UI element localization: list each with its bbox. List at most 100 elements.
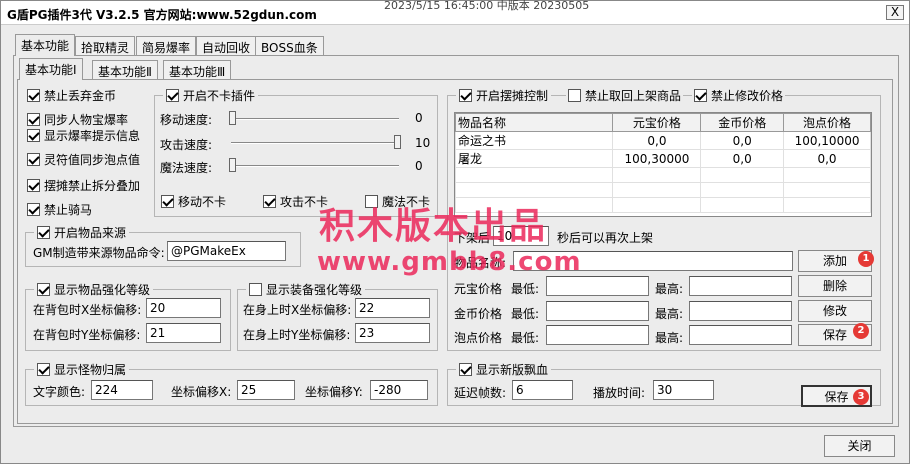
checkbox[interactable] <box>27 129 40 142</box>
col-item-name[interactable]: 物品名称 <box>454 113 614 132</box>
monster-y-input[interactable]: -280 <box>370 380 428 400</box>
gold-min-input[interactable] <box>546 301 649 321</box>
check-sync-charm-points[interactable]: 灵符值同步泡点值 <box>27 151 140 168</box>
cell-yuanbao: 100,30000 <box>612 149 702 168</box>
play-time-input[interactable]: 30 <box>653 380 714 400</box>
points-price-label: 泡点价格 <box>454 331 503 345</box>
checkbox[interactable] <box>459 89 472 102</box>
bag-x-input[interactable]: 20 <box>146 298 221 318</box>
source-command-input[interactable]: @PGMakeEx <box>167 241 286 261</box>
equip-y-input[interactable]: 23 <box>355 323 430 343</box>
delay-frames-label: 延迟帧数: <box>454 386 507 400</box>
checkbox[interactable] <box>568 89 581 102</box>
yuanbao-max-input[interactable] <box>689 276 792 296</box>
cell-yuanbao: 0,0 <box>612 131 702 150</box>
modify-button[interactable]: 修改 <box>798 300 872 322</box>
newblood-group-title[interactable]: 显示新版飘血 <box>456 361 552 378</box>
step-badge-2: 2 <box>853 323 869 339</box>
check-move-nolag[interactable]: 移动不卡 <box>161 193 226 210</box>
checkbox[interactable] <box>161 195 174 208</box>
delay-frames-input[interactable]: 6 <box>512 380 573 400</box>
tab-pickup[interactable]: 拾取精灵 <box>75 36 136 56</box>
check-ban-drop-gold[interactable]: 禁止丢弃金币 <box>27 87 116 104</box>
checkbox[interactable] <box>249 283 262 296</box>
checkbox[interactable] <box>27 113 40 126</box>
yuanbao-min-input[interactable] <box>546 276 649 296</box>
nocard-group-title[interactable]: 开启不卡插件 <box>163 87 259 104</box>
enhance-equip-title[interactable]: 显示装备强化等级 <box>246 281 366 298</box>
equip-x-input[interactable]: 22 <box>355 298 430 318</box>
checkbox[interactable] <box>27 203 40 216</box>
magic-speed-thumb[interactable] <box>229 158 236 172</box>
tab-boss-hpbar[interactable]: BOSS血条 <box>255 36 324 56</box>
cell-item-name: 屠龙 <box>454 149 614 168</box>
checkbox[interactable] <box>27 89 40 102</box>
checkbox[interactable] <box>37 363 50 376</box>
checkbox[interactable] <box>27 153 40 166</box>
delete-button[interactable]: 删除 <box>798 275 872 297</box>
col-gold-price[interactable]: 金币价格 <box>700 113 785 132</box>
monster-x-input[interactable]: 25 <box>237 380 295 400</box>
group-title-label: 显示物品强化等级 <box>54 283 151 297</box>
checkbox[interactable] <box>263 195 276 208</box>
text-color-input[interactable]: 224 <box>91 380 153 400</box>
table-row <box>454 182 871 198</box>
check-show-droprate-tip[interactable]: 显示爆率提示信息 <box>27 127 140 144</box>
magic-speed-value: 0 <box>415 159 423 173</box>
stall-group-title[interactable]: 开启摆摊控制 <box>456 87 552 104</box>
checkbox[interactable] <box>459 363 472 376</box>
yuanbao-max-label: 最高: <box>655 282 684 296</box>
gold-max-label: 最高: <box>655 307 684 321</box>
cell-gold: 0,0 <box>700 131 785 150</box>
magic-speed-track[interactable] <box>231 165 399 167</box>
attack-speed-value: 10 <box>415 136 431 150</box>
checkbox[interactable] <box>27 179 40 192</box>
checkbox[interactable] <box>166 89 179 102</box>
check-label: 禁止取回上架商品 <box>585 89 682 103</box>
group-title-label: 开启物品来源 <box>54 226 127 240</box>
attack-speed-thumb[interactable] <box>394 135 401 149</box>
bag-x-label: 在背包时X坐标偏移: <box>33 303 142 317</box>
subtab-basic-2[interactable]: 基本功能Ⅱ <box>92 60 158 80</box>
table-row[interactable]: 命运之书 0,0 0,0 100,10000 <box>454 131 871 150</box>
equip-y-label: 在身上时Y坐标偏移: <box>243 328 351 342</box>
check-label: 移动不卡 <box>178 195 227 209</box>
close-button[interactable]: 关闭 <box>824 435 895 457</box>
subtab-basic-3[interactable]: 基本功能Ⅲ <box>163 60 232 80</box>
bag-y-input[interactable]: 21 <box>146 323 221 343</box>
points-max-label: 最高: <box>655 331 684 345</box>
check-label: 灵符值同步泡点值 <box>44 153 141 167</box>
subtab-basic-1[interactable]: 基本功能Ⅰ <box>19 58 83 80</box>
points-max-input[interactable] <box>689 325 792 345</box>
tab-basic[interactable]: 基本功能 <box>15 34 76 56</box>
points-min-label: 最低: <box>511 331 540 345</box>
checkbox[interactable] <box>37 283 50 296</box>
yuanbao-price-label: 元宝价格 <box>454 282 503 296</box>
check-ban-ride[interactable]: 禁止骑马 <box>27 201 92 218</box>
check-sync-char-droprate[interactable]: 同步人物宝爆率 <box>27 111 128 128</box>
move-speed-track[interactable] <box>231 118 399 120</box>
attack-speed-label: 攻击速度: <box>160 138 213 152</box>
table-row[interactable]: 屠龙 100,30000 0,0 0,0 <box>454 149 871 168</box>
tab-simple-droprate[interactable]: 简易爆率 <box>136 36 197 56</box>
gold-max-input[interactable] <box>689 301 792 321</box>
cell-points: 0,0 <box>783 149 871 168</box>
checkbox[interactable] <box>694 89 707 102</box>
source-group-title[interactable]: 开启物品来源 <box>34 224 130 241</box>
col-points-price[interactable]: 泡点价格 <box>783 113 871 132</box>
monster-group-title[interactable]: 显示怪物归属 <box>34 361 130 378</box>
check-ban-modify-price[interactable]: 禁止修改价格 <box>692 87 786 104</box>
check-ban-takeback[interactable]: 禁止取回上架商品 <box>566 87 684 104</box>
cell-item-name: 命运之书 <box>454 131 614 150</box>
col-yuanbao-price[interactable]: 元宝价格 <box>612 113 702 132</box>
move-speed-thumb[interactable] <box>229 111 236 125</box>
checkbox[interactable] <box>37 226 50 239</box>
check-stall-no-split[interactable]: 摆摊禁止拆分叠加 <box>27 177 140 194</box>
points-min-input[interactable] <box>546 325 649 345</box>
attack-speed-track[interactable] <box>231 142 399 144</box>
yuanbao-min-label: 最低: <box>511 282 540 296</box>
window-close-button[interactable]: X <box>886 5 904 20</box>
move-speed-label: 移动速度: <box>160 113 213 127</box>
enhance-bag-title[interactable]: 显示物品强化等级 <box>34 281 154 298</box>
tab-auto-recycle[interactable]: 自动回收 <box>196 36 257 56</box>
